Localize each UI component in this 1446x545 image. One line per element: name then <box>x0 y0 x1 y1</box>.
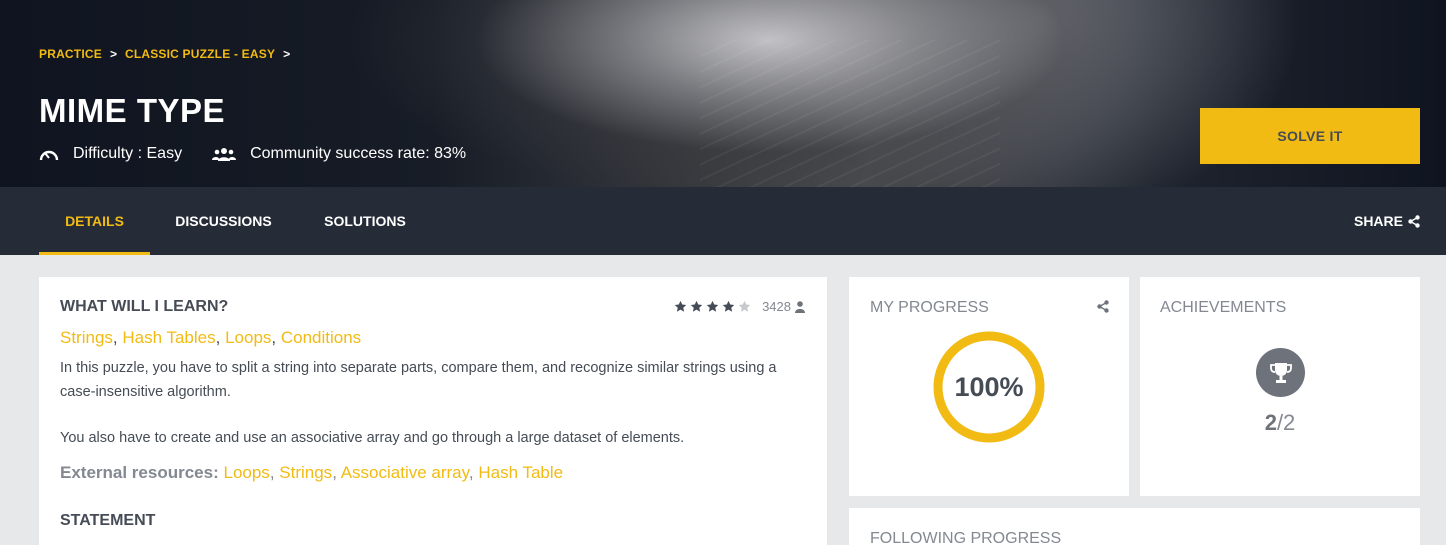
external-resources: External resources: Loops, Strings, Asso… <box>60 463 563 483</box>
tab-solutions[interactable]: SOLUTIONS <box>297 187 433 255</box>
breadcrumb-classic-puzzle-easy[interactable]: CLASSIC PUZZLE - EASY <box>125 47 275 61</box>
learn-description-2: You also have to create and use an assoc… <box>60 430 685 446</box>
tag-separator: , <box>112 328 123 347</box>
tab-details[interactable]: DETAILS <box>39 187 150 255</box>
tag-strings[interactable]: Strings <box>60 328 113 347</box>
trophy-icon <box>1256 348 1305 397</box>
puzzle-meta: Difficulty : Easy Community success rate… <box>39 145 496 163</box>
breadcrumb-separator: > <box>283 47 291 61</box>
success-rate-label: Community success rate: 83% <box>250 145 467 162</box>
external-link-loops[interactable]: Loops <box>223 463 269 482</box>
statement-title: STATEMENT <box>60 512 156 529</box>
star-icon[interactable] <box>706 300 719 313</box>
difficulty-label: Difficulty : Easy <box>73 145 183 162</box>
rating-stars <box>674 300 754 313</box>
learn-tags: Strings, Hash Tables, Loops, Conditions <box>60 328 361 348</box>
star-icon[interactable] <box>690 300 703 313</box>
star-icon[interactable] <box>722 300 735 313</box>
progress-percentage: 100% <box>954 371 1024 402</box>
solve-it-button[interactable]: SOLVE IT <box>1200 108 1420 164</box>
share-label: SHARE <box>1353 213 1403 229</box>
my-progress-card: MY PROGRESS 100% <box>849 277 1129 496</box>
header-background-decoration <box>700 40 1000 187</box>
link-separator: , <box>468 463 479 482</box>
speedometer-icon <box>39 146 59 162</box>
achievements-count: 2/2 <box>1140 410 1420 436</box>
link-separator: , <box>269 463 280 482</box>
what-will-i-learn-card: WHAT WILL I LEARN? 3428 Strings, Hash Ta… <box>39 277 827 545</box>
star-icon[interactable] <box>738 300 751 313</box>
external-resources-label: External resources: <box>60 463 219 482</box>
tag-loops[interactable]: Loops <box>225 328 271 347</box>
breadcrumb: PRACTICE > CLASSIC PUZZLE - EASY > <box>39 47 292 61</box>
tab-bar: DETAILS DISCUSSIONS SOLUTIONS SHARE <box>0 187 1446 255</box>
tab-discussions[interactable]: DISCUSSIONS <box>150 187 297 255</box>
following-progress-title: FOLLOWING PROGRESS <box>870 530 1062 545</box>
following-progress-card: FOLLOWING PROGRESS <box>849 508 1420 545</box>
learn-title: WHAT WILL I LEARN? <box>60 298 229 315</box>
breadcrumb-practice[interactable]: PRACTICE <box>39 47 102 61</box>
achievements-earned: 2 <box>1264 410 1277 435</box>
difficulty-info: Difficulty : Easy <box>39 145 182 163</box>
breadcrumb-separator: > <box>109 47 117 61</box>
share-button[interactable]: SHARE <box>1354 187 1420 255</box>
achievements-total: /2 <box>1276 410 1296 435</box>
achievements-title: ACHIEVEMENTS <box>1160 299 1287 316</box>
star-icon[interactable] <box>674 300 687 313</box>
achievements-card: ACHIEVEMENTS 2/2 <box>1140 277 1420 496</box>
puzzle-header: PRACTICE > CLASSIC PUZZLE - EASY > MIME … <box>0 0 1446 187</box>
share-icon <box>1408 214 1420 228</box>
users-icon <box>212 147 237 161</box>
external-link-associative-array[interactable]: Associative array <box>341 463 469 482</box>
link-separator: , <box>332 463 341 482</box>
learn-description-1: In this puzzle, you have to split a stri… <box>60 360 777 400</box>
share-icon[interactable] <box>1097 300 1109 313</box>
external-link-hash-table[interactable]: Hash Table <box>478 463 563 482</box>
tag-separator: , <box>271 328 281 347</box>
tag-separator: , <box>215 328 226 347</box>
my-progress-title: MY PROGRESS <box>870 299 989 316</box>
external-link-strings[interactable]: Strings <box>279 463 332 482</box>
success-rate-info: Community success rate: 83% <box>212 145 466 163</box>
tag-hash-tables[interactable]: Hash Tables <box>122 328 215 347</box>
rating-count: 3428 <box>762 299 791 314</box>
tag-conditions[interactable]: Conditions <box>281 328 361 347</box>
user-icon <box>795 300 805 313</box>
puzzle-rating: 3428 <box>674 299 805 314</box>
page-title: MIME TYPE <box>39 92 226 129</box>
